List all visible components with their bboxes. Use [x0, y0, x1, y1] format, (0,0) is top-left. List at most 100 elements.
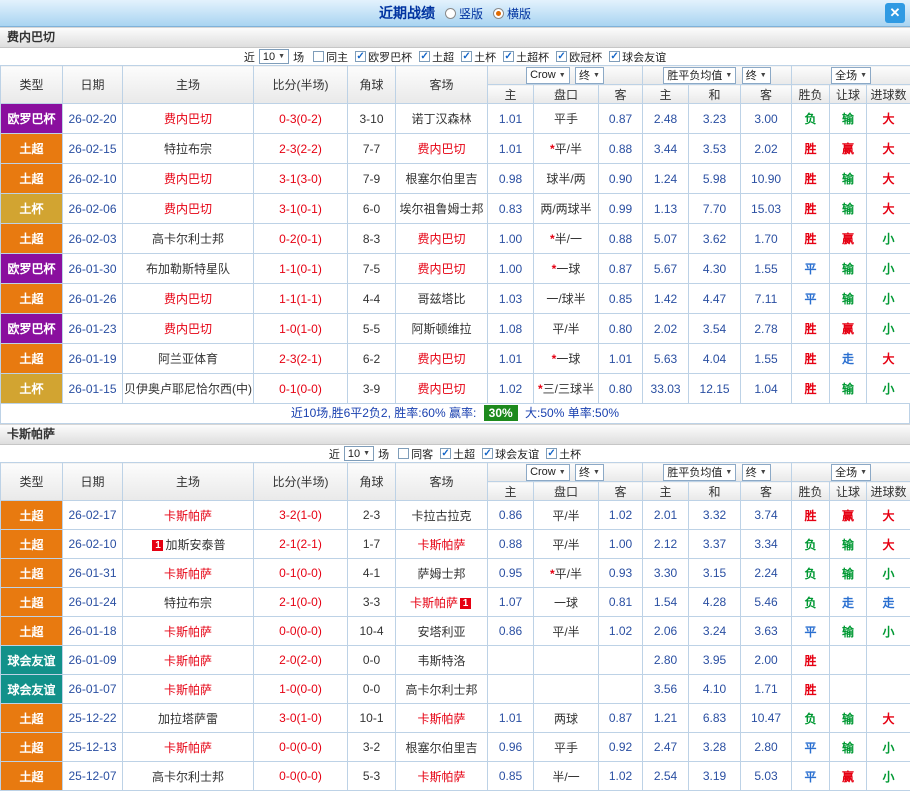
games-count-select[interactable]: 10 ▼: [259, 49, 289, 64]
team-name: 哥兹塔比: [417, 292, 465, 306]
odds-home: 0.83: [488, 194, 534, 224]
avg-draw: 4.30: [689, 254, 741, 284]
filter-bar: 近 10 ▼ 场 同客✓土超✓球会友谊✓土杯: [0, 445, 910, 462]
home-team: 费内巴切: [123, 284, 254, 314]
goals-flag: 小: [867, 314, 910, 344]
avg-away: 1.71: [741, 675, 792, 704]
checkbox-checked-icon[interactable]: ✓: [556, 51, 567, 62]
odds-home: 0.85: [488, 762, 534, 791]
col-line: 盘口: [534, 482, 599, 501]
avg-home: 1.13: [643, 194, 689, 224]
team-name: 布加勒斯特星队: [146, 262, 230, 276]
filter-checkbox[interactable]: ✓欧罗巴杯: [355, 49, 412, 65]
avg-stage-dropdown[interactable]: 终▼: [742, 67, 771, 84]
result-flag: 胜: [792, 314, 830, 344]
avg-away: 2.00: [741, 646, 792, 675]
avg-draw: 4.47: [689, 284, 741, 314]
team-name: 卡斯帕萨: [164, 625, 212, 639]
col-home: 主场: [123, 463, 254, 501]
filter-checkbox[interactable]: ✓土杯: [461, 49, 496, 65]
corner-count: 3-10: [348, 104, 396, 134]
matches-table: 类型 日期 主场 比分(半场) 角球 客场 Crow▼ 终▼ 胜平负均值▼ 终▼…: [0, 462, 910, 791]
checkbox-checked-icon[interactable]: ✓: [461, 51, 472, 62]
odds-home: 1.01: [488, 104, 534, 134]
match-date: 26-02-17: [63, 501, 123, 530]
filter-checkbox[interactable]: 同客: [398, 446, 433, 462]
checkbox-checked-icon[interactable]: ✓: [440, 448, 451, 459]
match-type-badge: 土超: [1, 164, 63, 194]
near-label: 近: [329, 446, 340, 462]
checkbox-checked-icon[interactable]: ✓: [419, 51, 430, 62]
avg-home: 33.03: [643, 374, 689, 404]
avg-home: 3.44: [643, 134, 689, 164]
filter-checkbox[interactable]: ✓土超: [440, 446, 475, 462]
odds-home: 0.86: [488, 501, 534, 530]
filter-checkbox-label: 土超杯: [516, 49, 549, 65]
title-group: 近期战绩 竖版 横版: [379, 3, 531, 23]
col-type: 类型: [1, 66, 63, 104]
odds-source-dropdown[interactable]: Crow▼: [526, 464, 570, 481]
checkbox-unchecked-icon[interactable]: [313, 51, 324, 62]
home-team: 贝伊奥卢耶尼恰尔西(中): [123, 374, 254, 404]
corner-count: 4-4: [348, 284, 396, 314]
handicap-line: 平/半: [534, 314, 599, 344]
team-name: 加拉塔萨雷: [158, 712, 218, 726]
avg-home: 2.02: [643, 314, 689, 344]
let-flag: 输: [830, 284, 867, 314]
games-count-select[interactable]: 10 ▼: [344, 446, 374, 461]
away-team: 哥兹塔比: [396, 284, 488, 314]
avg-home: 1.24: [643, 164, 689, 194]
match-type-badge: 土超: [1, 704, 63, 733]
match-row: 欧罗巴杯26-02-20费内巴切0-3(0-2)3-10诺丁汉森林1.01平手0…: [1, 104, 910, 134]
odds-stage-dropdown[interactable]: 终▼: [575, 464, 604, 481]
checkbox-checked-icon[interactable]: ✓: [482, 448, 493, 459]
result-flag: 平: [792, 284, 830, 314]
goals-flag: [867, 646, 910, 675]
odds-group-header: Crow▼ 终▼: [488, 463, 643, 482]
layout-radio-horizontal[interactable]: 横版: [493, 5, 531, 22]
checkbox-unchecked-icon[interactable]: [398, 448, 409, 459]
avg-home: 1.21: [643, 704, 689, 733]
avg-home: 3.56: [643, 675, 689, 704]
full-match-dropdown[interactable]: 全场▼: [831, 464, 871, 481]
avg-stage-dropdown[interactable]: 终▼: [742, 464, 771, 481]
odds-away: 0.99: [599, 194, 643, 224]
match-type-badge: 土超: [1, 588, 63, 617]
filter-checkbox[interactable]: 同主: [313, 49, 348, 65]
checkbox-checked-icon[interactable]: ✓: [546, 448, 557, 459]
filter-checkbox[interactable]: ✓欧冠杯: [556, 49, 602, 65]
close-button[interactable]: ✕: [885, 3, 905, 23]
handicap-line: 半/一: [534, 762, 599, 791]
odds-stage-dropdown[interactable]: 终▼: [575, 67, 604, 84]
match-type-badge: 土超: [1, 224, 63, 254]
col-date: 日期: [63, 66, 123, 104]
match-type-badge: 土超: [1, 501, 63, 530]
avg-home: 1.42: [643, 284, 689, 314]
avg-dropdown[interactable]: 胜平负均值▼: [663, 67, 736, 84]
avg-draw: 3.32: [689, 501, 741, 530]
match-date: 25-12-13: [63, 733, 123, 762]
result-flag: 胜: [792, 224, 830, 254]
result-flag: 胜: [792, 675, 830, 704]
avg-dropdown[interactable]: 胜平负均值▼: [663, 464, 736, 481]
checkbox-checked-icon[interactable]: ✓: [355, 51, 366, 62]
handicap-line: 平手: [534, 733, 599, 762]
layout-radio-vertical[interactable]: 竖版: [445, 5, 483, 22]
checkbox-checked-icon[interactable]: ✓: [609, 51, 620, 62]
odds-home: [488, 675, 534, 704]
filter-checkbox[interactable]: ✓土杯: [546, 446, 581, 462]
filter-checkbox[interactable]: ✓球会友谊: [482, 446, 539, 462]
result-flag: 负: [792, 559, 830, 588]
team-name: 特拉布宗: [164, 596, 212, 610]
odds-source-dropdown[interactable]: Crow▼: [526, 67, 570, 84]
corner-count: 3-3: [348, 588, 396, 617]
full-match-dropdown[interactable]: 全场▼: [831, 67, 871, 84]
avg-draw: 12.15: [689, 374, 741, 404]
filter-checkbox-label: 同客: [411, 446, 433, 462]
filter-checkbox[interactable]: ✓球会友谊: [609, 49, 666, 65]
filter-checkbox[interactable]: ✓土超: [419, 49, 454, 65]
let-flag: 输: [830, 530, 867, 559]
filter-checkbox[interactable]: ✓土超杯: [503, 49, 549, 65]
match-row: 球会友谊26-01-09卡斯帕萨2-0(2-0)0-0韦斯特洛2.803.952…: [1, 646, 910, 675]
checkbox-checked-icon[interactable]: ✓: [503, 51, 514, 62]
